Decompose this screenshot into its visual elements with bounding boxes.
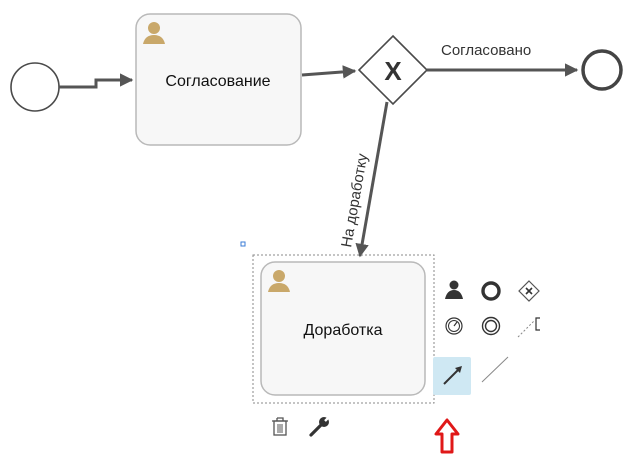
task-approval[interactable]: Согласование [135, 13, 302, 146]
text-annotation-button[interactable] [516, 313, 542, 339]
exclusive-gateway-icon: X [384, 56, 402, 86]
exclusive-gateway[interactable]: X [357, 34, 429, 106]
end-event[interactable] [581, 49, 623, 91]
flow-label-approved: Согласовано [441, 42, 531, 59]
properties-button[interactable] [306, 415, 332, 441]
task-approval-label: Согласование [165, 73, 270, 90]
append-gateway-button[interactable] [516, 278, 542, 304]
connect-button[interactable] [433, 357, 471, 395]
up-arrow-icon [434, 418, 460, 454]
delete-button[interactable] [270, 415, 292, 439]
append-timer-event-button[interactable] [441, 313, 467, 339]
sequence-flow-start-to-approval[interactable] [59, 73, 134, 89]
bpmn-canvas: Согласование X Согласовано На доработку … [10, 13, 623, 454]
timer-event-icon [445, 317, 463, 335]
association-button[interactable] [478, 356, 512, 387]
trash-icon [272, 417, 288, 436]
start-event[interactable] [10, 62, 60, 112]
resize-handle[interactable] [240, 241, 246, 247]
sequence-flow-approval-to-gateway[interactable] [301, 65, 357, 79]
task-rework-label: Доработка [304, 322, 383, 339]
append-end-event-button[interactable] [478, 278, 504, 304]
append-intermediate-event-button[interactable] [478, 313, 504, 339]
flow-label-rework: На доработку [338, 152, 371, 249]
append-user-task-button[interactable] [441, 278, 467, 304]
task-rework[interactable]: Доработка [260, 261, 426, 396]
